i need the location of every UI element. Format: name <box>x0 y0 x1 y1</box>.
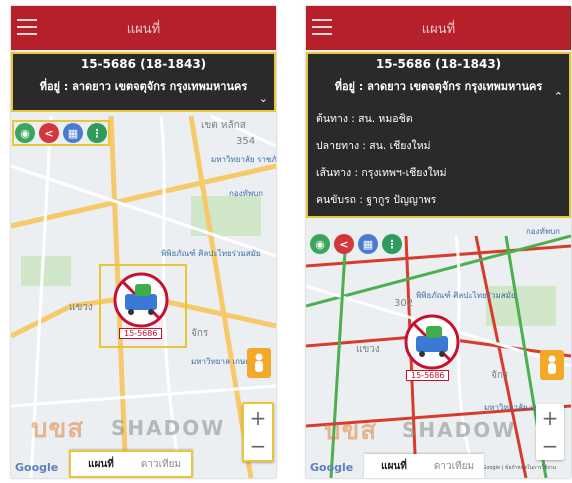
map-pin-icon[interactable]: ◉ <box>15 123 35 143</box>
map-type-map[interactable]: แผนที่ <box>364 454 424 478</box>
map-label: จักร <box>491 370 509 381</box>
share-icon[interactable]: < <box>334 234 354 254</box>
map-label: พิพิธภัณฑ์ ศิลปะไทยร่วมสมัย <box>416 290 516 300</box>
zoom-control: + − <box>242 402 274 462</box>
detail-origin: ต้นทาง : สน. หมอชิต <box>316 113 413 125</box>
map-type-switch: แผนที่ ดาวเทียม <box>364 454 484 478</box>
vehicle-address: ที่อยู่ : ลาดยาว เขตจตุจักร กรุงเทพมหานค… <box>39 80 248 93</box>
chevron-up-icon[interactable]: ⌃ <box>554 90 563 103</box>
person-icon[interactable] <box>247 348 271 378</box>
vehicle-address: ที่อยู่ : ลาดยาว เขตจตุจักร กรุงเทพมหานค… <box>334 80 543 93</box>
zoom-out-icon[interactable]: − <box>244 432 272 460</box>
bus-icon[interactable] <box>402 312 462 372</box>
zoom-in-icon[interactable]: + <box>244 404 272 432</box>
grid-icon[interactable]: ▦ <box>358 234 378 254</box>
page-title: แผนที่ <box>126 22 161 37</box>
map-tools: ◉ < ▦ ⋮ <box>12 120 110 146</box>
zoom-in-icon[interactable]: + <box>536 404 564 432</box>
app-bar: แผนที่ <box>306 6 571 50</box>
vehicle-info-panel: 15-5686 (18-1843) ที่อยู่ : ลาดยาว เขตจต… <box>306 52 571 218</box>
map-label: แขวง <box>356 344 380 355</box>
map-label: มหาวิทยาล เกษตร <box>191 357 255 366</box>
map-type-map[interactable]: แผนที่ <box>71 452 131 476</box>
vehicle-details: ต้นทาง : สน. หมอชิต ปลายทาง : สน. เชียงใ… <box>308 101 569 217</box>
map-pin-icon[interactable]: ◉ <box>310 234 330 254</box>
vehicle-plate-label: 15-5686 <box>119 328 163 339</box>
map-label: จักร <box>191 328 209 339</box>
map-label: มหาวิทยาลัย ราชภัฏ <box>211 155 276 164</box>
page-title: แผนที่ <box>421 22 456 37</box>
google-logo: Google <box>310 461 354 474</box>
map-tools: ◉ < ▦ ⋮ <box>310 234 402 254</box>
map-label: พิพิธภัณฑ์ ศิลปะไทยร่วมสมัย <box>161 248 261 258</box>
bus-icon[interactable] <box>111 270 171 330</box>
detail-driver: คนขับรถ : ฐากูร ปัญญาพร <box>316 194 437 206</box>
map-type-satellite[interactable]: ดาวเทียม <box>131 452 191 476</box>
vehicle-info-panel: 15-5686 (18-1843) ที่อยู่ : ลาดยาว เขตจต… <box>11 52 276 112</box>
map-label: กองทัพบก <box>526 227 560 236</box>
screen-right: กองทัพบก พิพิธภัณฑ์ ศิลปะไทยร่วมสมัย 302… <box>306 6 571 478</box>
vehicle-plate-label: 15-5686 <box>406 370 450 381</box>
map-type-satellite[interactable]: ดาวเทียม <box>424 454 484 478</box>
app-bar: แผนที่ <box>11 6 276 50</box>
detail-destination: ปลายทาง : สน. เชียงใหม่ <box>316 140 431 152</box>
google-logo: Google <box>15 461 59 474</box>
chevron-down-icon[interactable]: ⌄ <box>259 92 268 105</box>
detail-route: เส้นทาง : กรุงเทพฯ-เชียงใหม่ <box>316 167 447 179</box>
traffic-light-icon[interactable]: ⋮ <box>382 234 402 254</box>
map-label: กองทัพบก <box>229 189 263 198</box>
grid-icon[interactable]: ▦ <box>63 123 83 143</box>
zoom-control: + − <box>536 404 564 460</box>
traffic-light-icon[interactable]: ⋮ <box>87 123 107 143</box>
watermark-logo: บขส <box>31 414 85 444</box>
map-label: 354 <box>236 136 255 147</box>
person-icon[interactable] <box>540 350 564 380</box>
map-label: เขต หลักส <box>201 120 246 131</box>
map-label: แขวง <box>69 302 93 313</box>
watermark-logo: บขส <box>324 416 378 446</box>
map-type-switch: แผนที่ ดาวเทียม <box>69 450 193 478</box>
map-label: 302 <box>394 298 413 309</box>
vehicle-plate-title: 15-5686 (18-1843) <box>375 57 502 71</box>
watermark-text: SHADOW <box>111 416 226 440</box>
zoom-out-icon[interactable]: − <box>536 432 564 460</box>
share-icon[interactable]: < <box>39 123 59 143</box>
watermark-text: SHADOW <box>402 418 517 442</box>
screen-left: เขต หลักส 354 มหาวิทยาลัย ราชภัฏ กองทัพบ… <box>11 6 276 478</box>
vehicle-plate-title: 15-5686 (18-1843) <box>80 57 207 71</box>
